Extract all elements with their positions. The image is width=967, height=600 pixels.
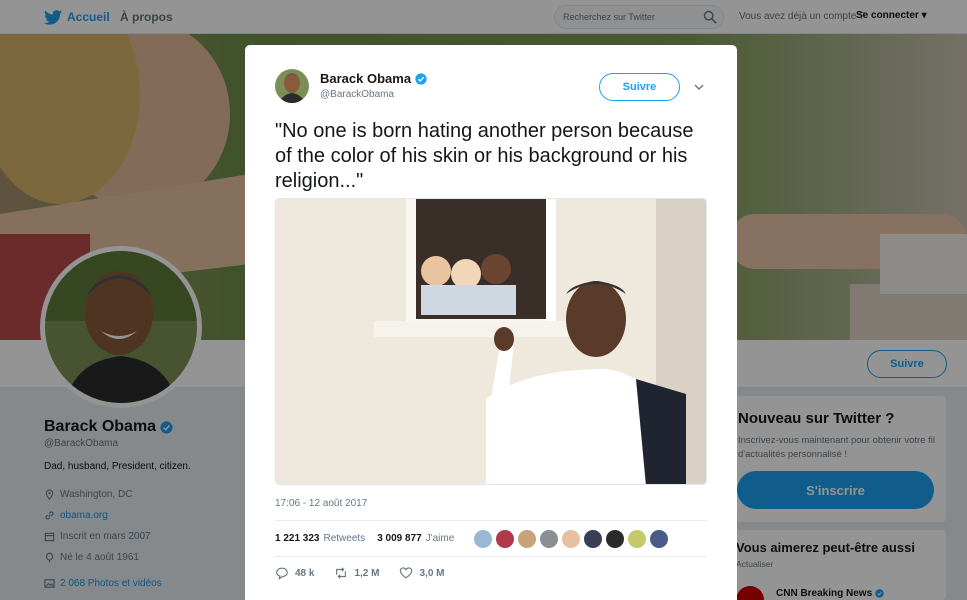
retweet-action-count: 1,2 M <box>354 567 380 579</box>
tweet-timestamp[interactable]: 17:06 - 12 août 2017 <box>275 498 367 509</box>
retweet-action[interactable]: 1,2 M <box>334 566 379 580</box>
tweet-author-avatar[interactable] <box>275 69 309 103</box>
likes-count: 3 009 877 <box>377 533 422 544</box>
likes-label: J'aime <box>425 533 455 544</box>
like-action[interactable]: 3,0 M <box>399 566 445 580</box>
retweets-stat[interactable]: 1 221 323 Retweets <box>275 533 365 544</box>
reply-icon <box>276 567 288 580</box>
tweet-author[interactable]: Barack Obama <box>320 71 427 86</box>
tweet-author-name: Barack Obama <box>320 71 412 86</box>
liker-avatar[interactable] <box>628 529 647 548</box>
tweet-actions: 48 k 1,2 M 3,0 M <box>275 566 465 580</box>
reply-action[interactable]: 48 k <box>275 566 314 580</box>
chevron-down-icon[interactable] <box>693 81 705 93</box>
tweet-author-handle[interactable]: @BarackObama <box>320 89 394 100</box>
verified-badge-icon <box>415 72 427 85</box>
liker-avatar[interactable] <box>540 529 559 548</box>
reply-count: 48 k <box>295 567 315 579</box>
tweet-stats: 1 221 323 Retweets 3 009 877 J'aime <box>275 520 707 557</box>
retweets-count: 1 221 323 <box>275 533 320 544</box>
tweet-follow-button[interactable]: Suivre <box>599 73 680 101</box>
liker-avatar[interactable] <box>562 529 581 548</box>
retweet-icon <box>336 567 347 579</box>
liker-avatar[interactable] <box>606 529 625 548</box>
like-action-count: 3,0 M <box>419 567 445 579</box>
retweets-label: Retweets <box>323 533 366 544</box>
likers-avatars <box>474 529 669 548</box>
liker-avatar[interactable] <box>650 529 669 548</box>
heart-icon <box>400 567 413 579</box>
likes-stat[interactable]: 3 009 877 J'aime <box>377 533 454 544</box>
liker-avatar[interactable] <box>496 529 515 548</box>
tweet-modal: Barack Obama @BarackObama Suivre "No one… <box>245 45 737 600</box>
tweet-photo-image <box>276 199 706 484</box>
liker-avatar[interactable] <box>474 529 493 548</box>
liker-avatar[interactable] <box>584 529 603 548</box>
tweet-text: "No one is born hating another person be… <box>275 120 694 192</box>
tweet-photo[interactable] <box>275 198 707 485</box>
liker-avatar[interactable] <box>518 529 537 548</box>
author-avatar-image <box>275 69 309 103</box>
